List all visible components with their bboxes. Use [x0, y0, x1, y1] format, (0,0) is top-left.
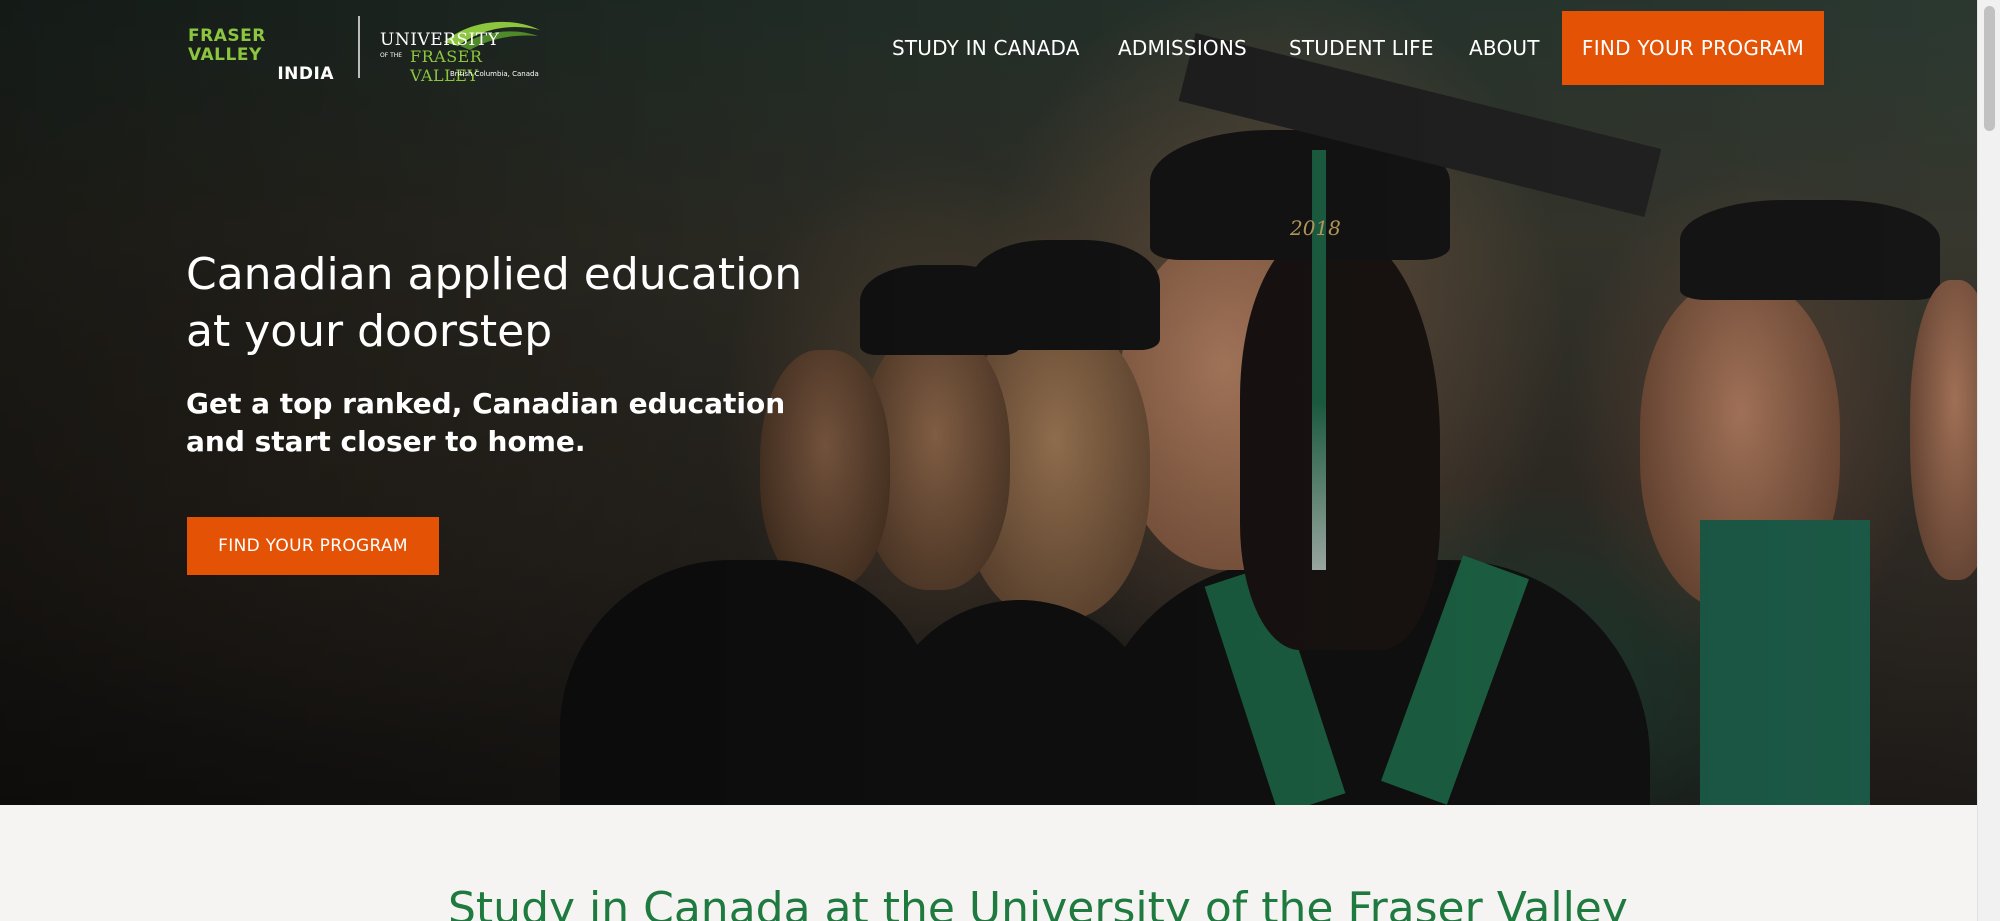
page-viewport: 2018 FRASER VALLEY INDIA UNIVERSITY OF T…	[0, 0, 1977, 921]
fraser-valley-india-logo[interactable]: FRASER VALLEY INDIA	[188, 27, 338, 84]
hero-subtitle: Get a top ranked, Canadian education and…	[186, 387, 786, 458]
ufv-logo-of-the: OF THE	[380, 52, 403, 59]
page-scrollbar[interactable]	[1977, 0, 2000, 921]
hero-title: Canadian applied education at your doors…	[186, 249, 803, 357]
scrollbar-thumb[interactable]	[1984, 6, 1995, 131]
logo-divider	[358, 16, 360, 78]
nav-find-your-program-button[interactable]: FIND YOUR PROGRAM	[1562, 11, 1824, 85]
nav-about[interactable]: ABOUT	[1469, 36, 1540, 60]
intro-section: Study in Canada at the University of the…	[0, 805, 1977, 921]
hero-find-your-program-button[interactable]: FIND YOUR PROGRAM	[187, 517, 439, 575]
section-title: Study in Canada at the University of the…	[448, 883, 1628, 921]
nav-study-in-canada[interactable]: STUDY IN CANADA	[892, 36, 1080, 60]
nav-student-life[interactable]: STUDENT LIFE	[1289, 36, 1434, 60]
nav-admissions[interactable]: ADMISSIONS	[1118, 36, 1247, 60]
ufv-logo-location: British Columbia, Canada	[450, 70, 539, 78]
site-header: FRASER VALLEY INDIA UNIVERSITY OF THE FR…	[0, 0, 1977, 95]
ufv-logo[interactable]: UNIVERSITY OF THE FRASER VALLEY British …	[380, 16, 545, 85]
ufv-logo-fraser-valley: FRASER VALLEY	[410, 47, 483, 85]
logo-line-india: INDIA	[277, 64, 334, 84]
logo-line-fraser-valley: FRASER VALLEY	[188, 26, 266, 65]
